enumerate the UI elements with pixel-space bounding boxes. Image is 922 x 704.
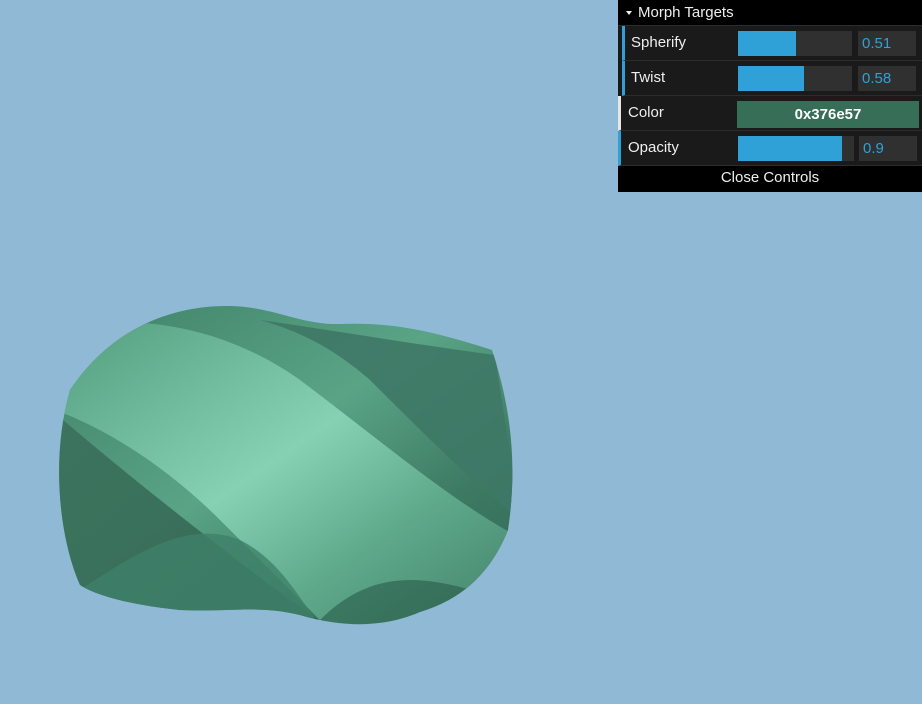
close-controls-button[interactable]: Close Controls: [618, 166, 922, 192]
spherify-slider-fill: [738, 31, 797, 56]
opacity-slider-fill: [738, 136, 843, 161]
controls-panel: Morph Targets Spherify Twist Color 0x376…: [618, 0, 922, 192]
folder-morph-targets[interactable]: Morph Targets: [618, 0, 922, 26]
folder-title-label: Morph Targets: [638, 3, 734, 21]
twist-value-input[interactable]: [858, 66, 916, 91]
spherify-control: Spherify: [622, 26, 922, 61]
opacity-slider[interactable]: [738, 136, 854, 161]
twist-slider[interactable]: [738, 66, 852, 91]
caret-down-icon: [626, 11, 632, 15]
spherify-value-input[interactable]: [858, 31, 916, 56]
twisted-mesh: [59, 305, 513, 625]
twist-slider-fill: [738, 66, 805, 91]
spherify-slider[interactable]: [738, 31, 852, 56]
twist-label: Twist: [631, 69, 666, 86]
color-swatch-button[interactable]: 0x376e57: [737, 101, 919, 128]
opacity-value-input[interactable]: [859, 136, 917, 161]
opacity-control: Opacity: [618, 131, 922, 166]
color-label: Color: [628, 104, 664, 121]
color-control: Color 0x376e57: [618, 96, 922, 131]
twist-control: Twist: [622, 61, 922, 96]
opacity-label: Opacity: [628, 139, 679, 156]
spherify-label: Spherify: [631, 34, 687, 51]
